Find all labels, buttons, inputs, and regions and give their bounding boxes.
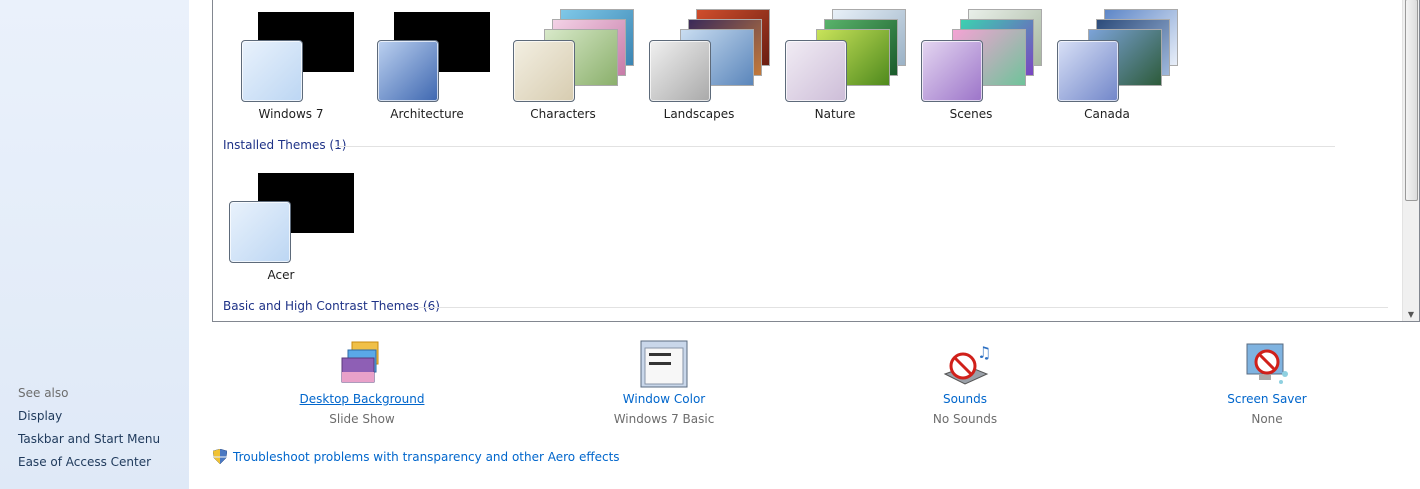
sounds-item[interactable]: ♫ Sounds No Sounds — [875, 340, 1055, 426]
screen-saver-icon — [1243, 340, 1291, 388]
theme-nature[interactable]: Nature — [770, 0, 906, 125]
theme-label: Canada — [1084, 107, 1130, 121]
screen-saver-link[interactable]: Screen Saver — [1177, 392, 1357, 406]
theme-architecture[interactable]: Architecture — [362, 0, 492, 125]
theme-canada[interactable]: Canada — [1042, 0, 1178, 125]
sounds-icon: ♫ — [941, 340, 991, 388]
theme-landscapes[interactable]: Landscapes — [634, 0, 770, 125]
taskbar-start-menu-link[interactable]: Taskbar and Start Menu — [18, 432, 160, 446]
left-pane: See also Display Taskbar and Start Menu … — [0, 0, 189, 489]
scroll-down-arrow-icon[interactable]: ▼ — [1403, 310, 1419, 319]
theme-scenes[interactable]: Scenes — [906, 0, 1042, 125]
vertical-scrollbar[interactable]: ▼ — [1402, 0, 1419, 321]
shield-icon — [212, 448, 228, 465]
theme-label: Scenes — [949, 107, 993, 121]
see-also-heading: See also — [18, 386, 69, 400]
window-color-item[interactable]: Window Color Windows 7 Basic — [574, 340, 754, 426]
scroll-thumb[interactable] — [1405, 0, 1418, 201]
display-link[interactable]: Display — [18, 409, 62, 423]
theme-label: Acer — [267, 268, 295, 282]
theme-label: Windows 7 — [258, 107, 324, 121]
desktop-background-link[interactable]: Desktop Background — [272, 392, 452, 406]
window-color-icon — [640, 340, 688, 388]
desktop-background-icon — [338, 340, 386, 388]
section-divider — [335, 146, 1335, 147]
basic-high-contrast-heading: Basic and High Contrast Themes (6) — [223, 299, 440, 313]
sounds-link[interactable]: Sounds — [875, 392, 1055, 406]
window-color-link[interactable]: Window Color — [574, 392, 754, 406]
theme-characters[interactable]: Characters — [498, 0, 634, 125]
svg-text:♫: ♫ — [977, 343, 989, 362]
desktop-background-item[interactable]: Desktop Background Slide Show — [272, 340, 452, 426]
ease-of-access-link[interactable]: Ease of Access Center — [18, 455, 151, 469]
installed-themes-heading: Installed Themes (1) — [223, 138, 347, 152]
troubleshoot-link-text[interactable]: Troubleshoot problems with transparency … — [233, 450, 620, 464]
theme-label: Landscapes — [663, 107, 735, 121]
screen-saver-value: None — [1251, 412, 1283, 426]
sounds-value: No Sounds — [932, 412, 998, 426]
theme-label: Architecture — [390, 107, 464, 121]
theme-label: Characters — [530, 107, 596, 121]
theme-label: Nature — [814, 107, 856, 121]
theme-list[interactable]: Windows 7 Architecture Characters Landsc… — [212, 0, 1420, 322]
theme-windows7[interactable]: Windows 7 — [226, 0, 356, 125]
desktop-background-value: Slide Show — [329, 412, 395, 426]
theme-acer[interactable]: Acer — [226, 160, 356, 286]
window-color-value: Windows 7 Basic — [613, 412, 715, 426]
troubleshoot-aero-link[interactable]: Troubleshoot problems with transparency … — [212, 448, 620, 465]
section-divider — [418, 307, 1388, 308]
screen-saver-item[interactable]: Screen Saver None — [1177, 340, 1357, 426]
